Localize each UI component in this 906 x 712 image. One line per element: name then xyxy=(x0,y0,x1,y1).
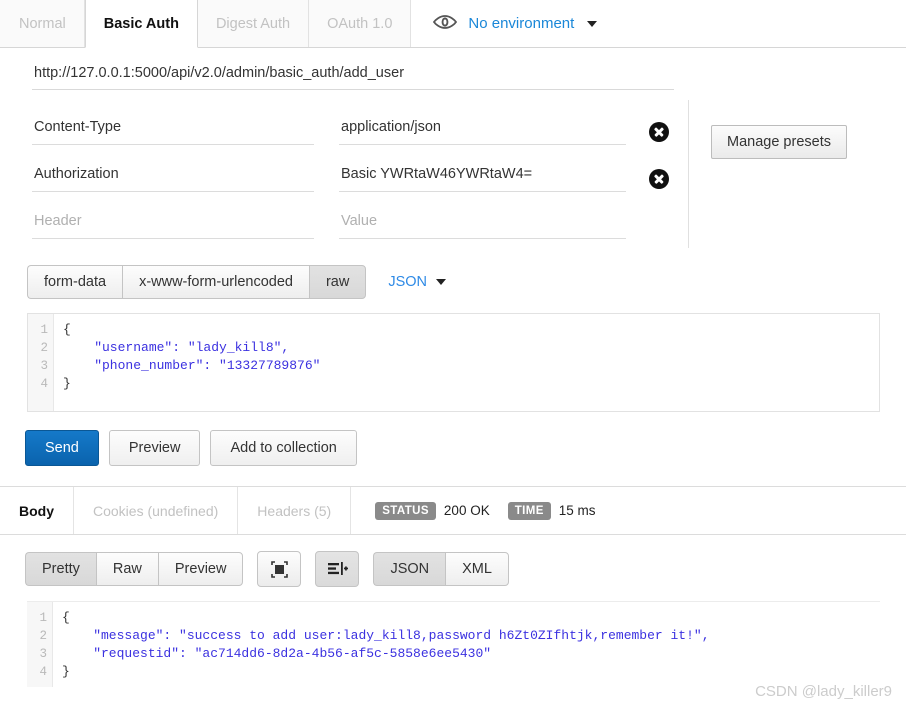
body-type-form-data[interactable]: form-data xyxy=(27,265,123,299)
code-line: } xyxy=(62,664,70,679)
line-number: 3 xyxy=(40,359,48,373)
wrap-lines-icon[interactable] xyxy=(315,551,360,587)
rest-client-window: Normal Basic Auth Digest Auth OAuth 1.0 … xyxy=(0,0,906,712)
response-tab-bar: Body Cookies (undefined) Headers (5) STA… xyxy=(0,486,906,535)
header-row-2 xyxy=(0,155,906,202)
line-number: 4 xyxy=(39,665,47,679)
time-value: 15 ms xyxy=(558,503,596,518)
request-gutter: 1 2 3 4 xyxy=(28,314,54,411)
request-code[interactable]: { "username": "lady_kill8", "phone_numbe… xyxy=(54,314,879,411)
header-name-input-1[interactable] xyxy=(32,118,314,145)
line-number: 2 xyxy=(39,629,47,643)
tab-headers-label: Headers (5) xyxy=(257,502,332,519)
body-type-group: form-data x-www-form-urlencoded raw xyxy=(27,265,367,299)
header-row-3 xyxy=(0,202,906,249)
tab-basic-auth[interactable]: Basic Auth xyxy=(84,0,198,48)
header-value-input-3[interactable] xyxy=(339,212,626,239)
tab-body-label: Body xyxy=(19,502,54,519)
url-input[interactable] xyxy=(32,65,674,90)
response-format-json[interactable]: JSON xyxy=(373,552,446,586)
tab-headers[interactable]: Headers (5) xyxy=(238,487,352,534)
view-mode-pretty[interactable]: Pretty xyxy=(25,552,96,586)
chevron-down-icon[interactable] xyxy=(587,20,598,27)
code-line: "username": "lady_kill8", xyxy=(63,340,290,355)
action-buttons: Send Preview Add to collection xyxy=(0,430,906,466)
tab-digest-auth-label: Digest Auth xyxy=(215,15,291,32)
view-mode-preview[interactable]: Preview xyxy=(157,552,244,586)
tab-cookies-label: Cookies (undefined) xyxy=(93,502,219,519)
tab-cookies[interactable]: Cookies (undefined) xyxy=(74,487,239,534)
status-value: 200 OK xyxy=(443,503,490,518)
line-number: 3 xyxy=(39,647,47,661)
code-line: "message": "success to add user:lady_kil… xyxy=(62,628,710,643)
request-body-editor[interactable]: 1 2 3 4 { "username": "lady_kill8", "pho… xyxy=(27,313,880,412)
headers-divider xyxy=(688,100,689,248)
status-badge: STATUS xyxy=(375,501,436,520)
tab-normal-label: Normal xyxy=(19,15,66,32)
watermark: CSDN @lady_killer9 xyxy=(755,683,892,700)
auth-tab-bar: Normal Basic Auth Digest Auth OAuth 1.0 … xyxy=(0,0,906,48)
environment-label[interactable]: No environment xyxy=(468,15,574,32)
tab-oauth-1[interactable]: OAuth 1.0 xyxy=(309,0,412,47)
response-toolbar: Pretty Raw Preview JSON XML xyxy=(0,551,906,587)
code-line: "phone_number": "13327789876" xyxy=(63,358,321,373)
line-number: 2 xyxy=(40,341,48,355)
response-body-editor[interactable]: 1 2 3 4 { "message": "success to add use… xyxy=(27,601,880,687)
url-row xyxy=(0,48,906,90)
delete-header-icon-1[interactable] xyxy=(649,121,669,142)
response-format-group: JSON XML xyxy=(373,552,509,586)
preview-button[interactable]: Preview xyxy=(108,430,201,466)
header-name-input-2[interactable] xyxy=(32,165,314,192)
code-line: "requestid": "ac714dd6-8d2a-4b56-af5c-58… xyxy=(62,646,492,661)
response-code[interactable]: { "message": "success to add user:lady_k… xyxy=(53,602,880,687)
delete-header-icon-2[interactable] xyxy=(649,168,669,189)
manage-presets-button[interactable]: Manage presets xyxy=(711,125,847,159)
eye-icon xyxy=(433,15,458,32)
line-number: 1 xyxy=(39,611,47,625)
code-line: { xyxy=(63,322,71,337)
code-line: { xyxy=(62,610,70,625)
line-number: 4 xyxy=(40,377,48,391)
view-mode-group: Pretty Raw Preview xyxy=(25,552,244,586)
view-mode-raw[interactable]: Raw xyxy=(95,552,158,586)
chevron-down-icon[interactable] xyxy=(436,279,447,285)
headers-section: Manage presets xyxy=(0,100,906,249)
header-name-input-3[interactable] xyxy=(32,212,314,239)
add-to-collection-button[interactable]: Add to collection xyxy=(210,430,357,466)
body-type-urlencoded[interactable]: x-www-form-urlencoded xyxy=(122,265,309,299)
tab-oauth-1-label: OAuth 1.0 xyxy=(327,15,393,32)
response-meta: STATUS 200 OK TIME 15 ms xyxy=(351,487,605,534)
response-gutter: 1 2 3 4 xyxy=(27,602,53,687)
header-value-input-2[interactable] xyxy=(339,165,626,192)
line-number: 1 xyxy=(40,323,48,337)
tab-digest-auth[interactable]: Digest Auth xyxy=(197,0,310,47)
body-format-label: JSON xyxy=(388,274,428,290)
body-format-select[interactable]: JSON xyxy=(388,274,447,290)
tab-body[interactable]: Body xyxy=(0,487,74,534)
environment-selector[interactable]: No environment xyxy=(411,0,906,47)
body-type-raw[interactable]: raw xyxy=(308,265,367,299)
fullscreen-icon[interactable] xyxy=(257,551,302,587)
tab-normal[interactable]: Normal xyxy=(0,0,85,47)
body-type-row: form-data x-www-form-urlencoded raw JSON xyxy=(0,265,906,299)
time-badge: TIME xyxy=(507,501,551,520)
tab-basic-auth-label: Basic Auth xyxy=(103,15,179,32)
code-line: } xyxy=(63,376,71,391)
send-button[interactable]: Send xyxy=(25,430,99,466)
header-value-input-1[interactable] xyxy=(339,118,626,145)
response-format-xml[interactable]: XML xyxy=(445,552,509,586)
